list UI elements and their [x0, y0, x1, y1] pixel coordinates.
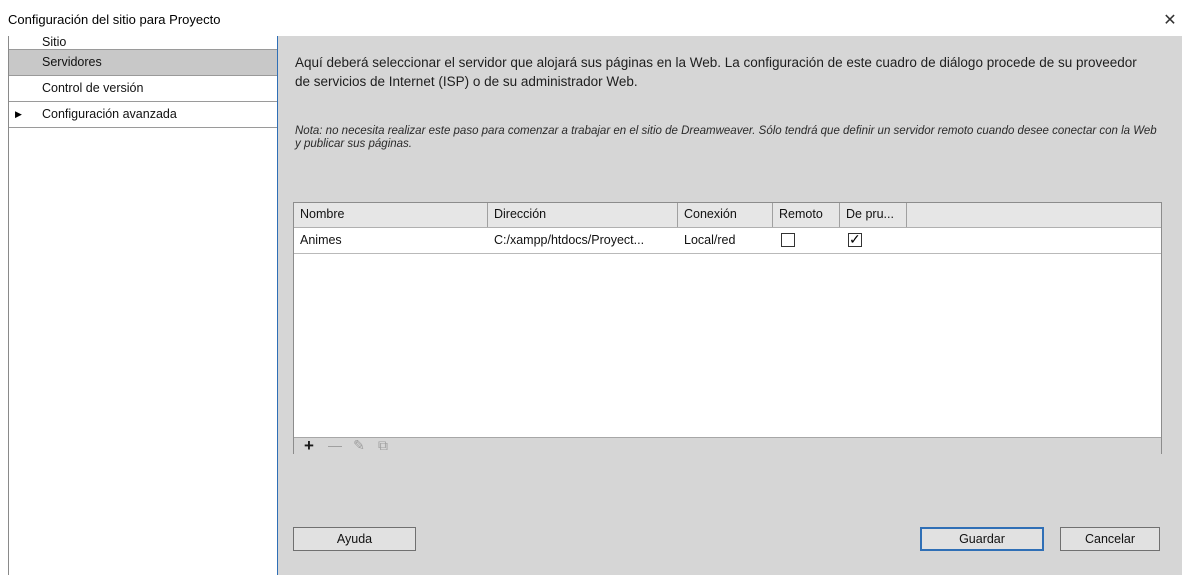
de-prueba-checkbox[interactable]: ✓	[848, 231, 862, 247]
servers-table: Nombre Dirección Conexión Remoto De pru.…	[293, 202, 1162, 454]
table-row[interactable]: Animes C:/xampp/htdocs/Proyect... Local/…	[294, 228, 1161, 254]
note-text: Nota: no necesita realizar este paso par…	[295, 125, 1157, 150]
help-button[interactable]: Ayuda	[293, 527, 416, 551]
sidebar: Sitio Servidores Control de versión ▶ Co…	[8, 36, 279, 575]
sidebar-item-servidores[interactable]: Servidores	[9, 50, 277, 76]
window-title: Configuración del sitio para Proyecto	[8, 12, 221, 27]
column-header-de-prueba[interactable]: De pru...	[839, 203, 906, 227]
table-header: Nombre Dirección Conexión Remoto De pru.…	[294, 203, 1161, 228]
column-header-conexion[interactable]: Conexión	[677, 203, 772, 227]
sidebar-item-label: Control de versión	[42, 81, 144, 95]
servers-toolbar: + — ✎ ⧉	[294, 437, 1161, 454]
cell-direccion: C:/xampp/htdocs/Proyect...	[494, 233, 645, 247]
content-panel: Aquí deberá seleccionar el servidor que …	[278, 36, 1182, 575]
column-header-divider	[906, 203, 913, 227]
edit-server-icon[interactable]: ✎	[350, 438, 368, 453]
column-header-nombre[interactable]: Nombre	[294, 203, 486, 227]
title-bar: Configuración del sitio para Proyecto ✕	[0, 0, 1182, 36]
close-icon[interactable]: ✕	[1158, 10, 1182, 32]
sidebar-item-label: Configuración avanzada	[42, 107, 177, 121]
checkmark-icon: ✓	[849, 231, 861, 247]
sidebar-item-sitio[interactable]: Sitio	[9, 36, 277, 50]
sidebar-item-label: Servidores	[42, 55, 102, 69]
save-button[interactable]: Guardar	[920, 527, 1044, 551]
cell-conexion: Local/red	[684, 233, 736, 247]
duplicate-server-icon[interactable]: ⧉	[374, 438, 392, 453]
expand-arrow-icon[interactable]: ▶	[15, 102, 22, 126]
remoto-checkbox[interactable]	[781, 233, 795, 247]
sidebar-item-configuracion-avanzada[interactable]: ▶ Configuración avanzada	[9, 102, 277, 128]
cell-nombre: Animes	[300, 233, 342, 247]
column-header-remoto[interactable]: Remoto	[772, 203, 839, 227]
remove-server-icon[interactable]: —	[326, 438, 344, 453]
column-header-direccion[interactable]: Dirección	[487, 203, 677, 227]
intro-text: Aquí deberá seleccionar el servidor que …	[295, 55, 1137, 89]
sidebar-item-control-version[interactable]: Control de versión	[9, 76, 277, 102]
sidebar-item-label: Sitio	[42, 35, 67, 49]
cancel-button[interactable]: Cancelar	[1060, 527, 1160, 551]
add-server-icon[interactable]: +	[300, 437, 318, 454]
